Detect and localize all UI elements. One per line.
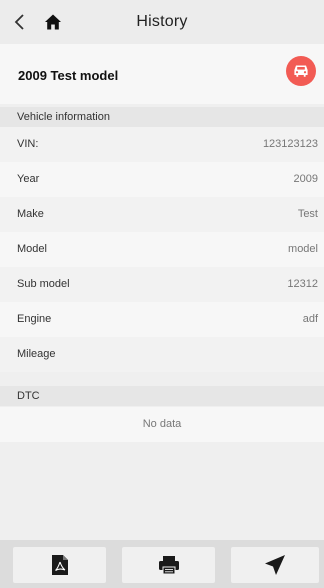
pdf-icon <box>51 555 68 575</box>
car-badge[interactable] <box>286 56 316 86</box>
record-header: 2009 Test model <box>0 44 324 104</box>
mileage-label: Mileage <box>17 348 56 360</box>
engine-row: Engine adf <box>0 302 324 337</box>
make-row: Make Test <box>0 197 324 232</box>
year-label: Year <box>17 173 40 185</box>
engine-label: Engine <box>17 313 52 325</box>
send-button[interactable] <box>231 547 319 583</box>
vehicle-info-section-label: Vehicle information <box>0 107 324 127</box>
printer-icon <box>158 556 179 575</box>
engine-value: adf <box>302 313 318 325</box>
page-title: History <box>136 13 188 30</box>
top-bar: History <box>0 0 324 44</box>
export-pdf-button[interactable] <box>13 547 106 583</box>
car-icon <box>294 65 308 77</box>
year-value: 2009 <box>293 173 318 185</box>
make-label: Make <box>17 208 44 220</box>
vin-value: 123123123 <box>262 138 318 150</box>
print-button[interactable] <box>122 547 215 583</box>
mileage-row: Mileage <box>0 337 324 372</box>
make-value: Test <box>297 208 318 220</box>
send-icon <box>265 555 285 575</box>
vin-label: VIN: <box>17 138 39 150</box>
vin-row: VIN: 123123123 <box>0 127 324 162</box>
model-value: model <box>288 243 318 255</box>
bottom-toolbar <box>0 540 324 588</box>
sub-model-label: Sub model <box>17 278 70 290</box>
dtc-section-label: DTC <box>0 386 324 406</box>
sub-model-row: Sub model 12312 <box>0 267 324 302</box>
sub-model-value: 12312 <box>287 278 318 290</box>
model-row: Model model <box>0 232 324 267</box>
dtc-empty-text: No data <box>0 407 324 442</box>
year-row: Year 2009 <box>0 162 324 197</box>
model-label: Model <box>17 243 47 255</box>
record-title: 2009 Test model <box>18 68 119 83</box>
